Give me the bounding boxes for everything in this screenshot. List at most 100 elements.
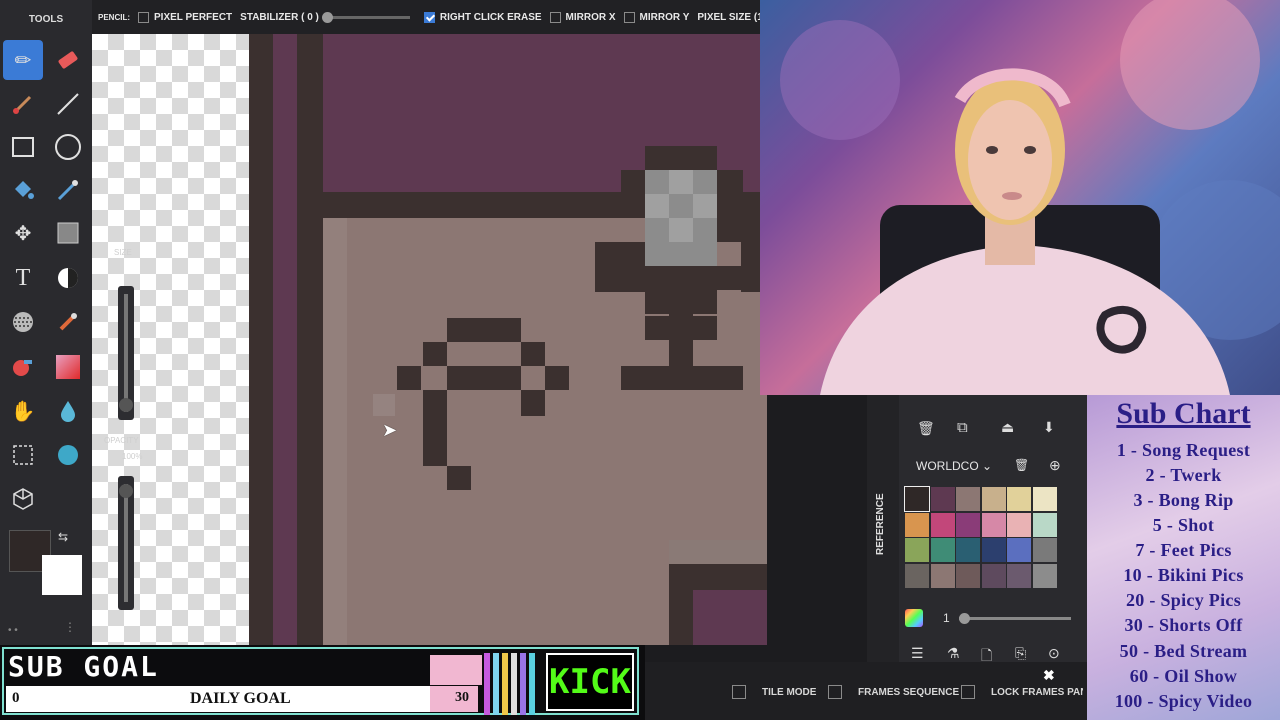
move-tool-button[interactable]: ✥ xyxy=(3,213,43,253)
more-icon[interactable]: ⋮ xyxy=(64,620,76,634)
ellipse-tool-button[interactable] xyxy=(48,127,88,167)
palette-swatch[interactable] xyxy=(956,512,980,537)
palette-swatch[interactable] xyxy=(930,538,955,562)
palette-swatch[interactable] xyxy=(905,563,929,588)
trash-icon[interactable]: 🗑 xyxy=(1014,458,1029,472)
select-layer-tool-button[interactable] xyxy=(48,213,88,253)
palette-swatch[interactable] xyxy=(1007,563,1031,588)
text-tool-button[interactable]: T xyxy=(3,258,43,298)
color-replace-icon xyxy=(13,360,32,376)
palette-size-knob[interactable] xyxy=(959,613,970,624)
palette-swatch[interactable] xyxy=(981,512,1006,537)
crop-tool-button[interactable] xyxy=(3,435,43,475)
duplicate-palette-icon[interactable]: ⧉ xyxy=(957,419,968,436)
opacity-knob[interactable] xyxy=(119,484,133,498)
brush-tool-button[interactable] xyxy=(3,84,43,124)
goal-end-cap xyxy=(430,686,478,712)
tools-panel: TOOLS ✏ ✥ T ✋ ⇆ • • ⋮ xyxy=(0,0,92,645)
dither-tool-button[interactable] xyxy=(3,302,43,342)
palette-swatch[interactable] xyxy=(956,563,980,588)
hand-icon: ✋ xyxy=(10,400,36,423)
eraser-icon xyxy=(58,51,78,69)
sculpt-tool-button[interactable] xyxy=(48,435,88,475)
palette-swatch[interactable] xyxy=(930,512,955,537)
blur-tool-button[interactable] xyxy=(48,391,88,431)
copy-file-icon[interactable]: ⎘ xyxy=(1015,645,1026,662)
right-click-erase-checkbox[interactable] xyxy=(423,11,435,23)
move-arrows-icon: ✥ xyxy=(14,222,32,245)
frames-sequence-label: FRAMES SEQUENCE xyxy=(858,687,960,698)
pixel-perfect-option[interactable]: PIXEL PERFECT xyxy=(138,11,232,23)
swap-colors-icon[interactable]: ⇆ xyxy=(58,530,68,544)
smudge-tool-button[interactable] xyxy=(48,302,88,342)
fill-tool-button[interactable] xyxy=(3,170,43,210)
palette-swatch[interactable] xyxy=(1007,512,1031,537)
stabilizer-knob[interactable] xyxy=(321,11,333,23)
flask-icon[interactable]: ⚗ xyxy=(947,645,960,662)
palette-swatch[interactable] xyxy=(1032,563,1057,588)
sub-goal-title: SUB GOAL xyxy=(8,650,159,683)
tool-options-bar: PENCIL: PIXEL PERFECT STABILIZER ( 0 ) R… xyxy=(92,0,760,34)
tile-mode-checkbox[interactable] xyxy=(732,685,746,699)
dodge-tool-button[interactable] xyxy=(48,258,88,298)
drawing-canvas[interactable]: ➤ xyxy=(249,34,767,645)
palette-swatch[interactable] xyxy=(956,487,980,511)
palette-swatch[interactable] xyxy=(905,512,929,537)
right-click-erase-option[interactable]: RIGHT CLICK ERASE xyxy=(423,11,542,23)
eraser-tool-button[interactable] xyxy=(48,40,88,80)
stripe-blue xyxy=(493,653,499,715)
settings-circle-icon[interactable]: ⊙ xyxy=(1048,645,1060,662)
mirror-y-option[interactable]: MIRROR Y xyxy=(623,11,689,23)
add-color-icon[interactable]: ⊕ xyxy=(1049,457,1061,474)
palette-name-select[interactable]: WORLDCO ⌄ xyxy=(916,459,992,473)
stabilizer-slider[interactable] xyxy=(321,11,410,23)
palette-swatch[interactable] xyxy=(1032,512,1057,537)
hand-tool-button[interactable]: ✋ xyxy=(3,391,43,431)
secondary-color-swatch[interactable] xyxy=(42,555,82,595)
size-slider[interactable] xyxy=(118,286,134,420)
streamer-webcam-image xyxy=(780,0,1280,395)
right-click-erase-label: RIGHT CLICK ERASE xyxy=(439,11,542,23)
palette-swatch[interactable] xyxy=(1032,487,1057,511)
mirror-x-checkbox[interactable] xyxy=(549,11,561,23)
pixel-art-drawing[interactable] xyxy=(249,34,767,645)
palette-swatch[interactable] xyxy=(956,538,980,562)
import-palette-icon[interactable]: ⏏ xyxy=(1001,419,1014,436)
text-icon: T xyxy=(15,264,31,291)
eyedropper-tool-button[interactable] xyxy=(48,170,88,210)
palette-swatch[interactable] xyxy=(904,486,930,512)
palette-swatch[interactable] xyxy=(930,563,955,588)
tools-title: TOOLS xyxy=(28,14,64,25)
palette-swatch[interactable] xyxy=(1032,538,1057,562)
lock-frames-panel-checkbox[interactable] xyxy=(961,685,975,699)
opacity-slider[interactable] xyxy=(118,476,134,610)
pixel-size-label: PIXEL SIZE (1) xyxy=(697,11,760,23)
rectangle-tool-button[interactable] xyxy=(3,127,43,167)
palette-swatch[interactable] xyxy=(981,538,1006,562)
palette-swatch[interactable] xyxy=(1007,487,1031,511)
pixel-perfect-checkbox[interactable] xyxy=(138,11,149,23)
line-tool-button[interactable] xyxy=(48,84,88,124)
3d-tool-button[interactable] xyxy=(3,479,43,519)
color-replace-tool-button[interactable] xyxy=(3,347,43,387)
mirror-y-checkbox[interactable] xyxy=(623,11,635,23)
palette-swatch[interactable] xyxy=(1007,538,1031,562)
color-picker-icon[interactable] xyxy=(905,609,923,627)
palette-swatch[interactable] xyxy=(981,487,1006,511)
gradient-tool-button[interactable] xyxy=(48,347,88,387)
mouse-cursor-icon: ➤ xyxy=(382,420,398,440)
list-view-icon[interactable]: ☰ xyxy=(911,645,924,662)
palette-swatch[interactable] xyxy=(930,487,955,511)
frames-sequence-checkbox[interactable] xyxy=(828,685,842,699)
crop-select-icon xyxy=(13,445,33,465)
palette-size-slider[interactable] xyxy=(959,613,1071,624)
reference-tab[interactable]: REFERENCE xyxy=(875,435,891,555)
close-icon[interactable]: ✖ xyxy=(1043,667,1055,684)
mirror-x-option[interactable]: MIRROR X xyxy=(549,11,616,23)
delete-palette-icon[interactable]: 🗑 xyxy=(917,420,935,437)
pencil-tool-button[interactable]: ✏ xyxy=(3,40,43,80)
palette-swatch[interactable] xyxy=(981,563,1006,588)
size-knob[interactable] xyxy=(119,398,133,412)
palette-swatch[interactable] xyxy=(905,538,929,562)
download-palette-icon[interactable]: ⬇ xyxy=(1043,419,1055,436)
